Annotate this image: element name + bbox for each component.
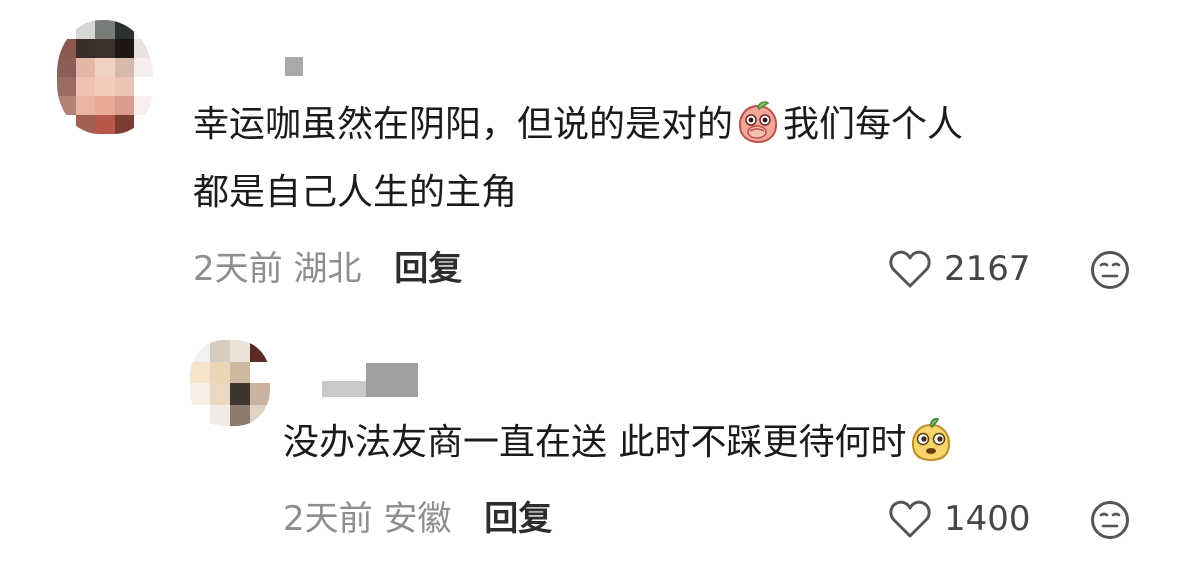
- heart-outline-icon: [889, 500, 931, 538]
- like-count: 1400: [944, 499, 1031, 539]
- comment-meta: 2天前 安徽 回复: [283, 499, 552, 539]
- reply-button[interactable]: 回复: [394, 249, 462, 289]
- reply-comment-item: 没办法友商一直在送 此时不踩更待何时 2天前 安徽 回复 1400: [0, 330, 1200, 561]
- like-button[interactable]: 1400: [888, 499, 1031, 539]
- comment-location: 湖北: [293, 249, 362, 289]
- avatar[interactable]: [190, 340, 270, 426]
- comment-text-segment: 我们每个人: [783, 104, 964, 145]
- comment-time: 2天前: [193, 249, 283, 289]
- comment-text-segment: 都是自己人生的主角: [193, 172, 518, 213]
- comment-location: 安徽: [383, 499, 452, 539]
- comment-item: 幸运咖虽然在阴阳，但说的是对的 我们每个人 都是自己人生的主角 2天前 湖北 回…: [0, 0, 1200, 300]
- comment-time: 2天前: [283, 499, 373, 539]
- username-mosaic[interactable]: [285, 57, 303, 76]
- sly-yellow-fruit-emoji: [912, 418, 951, 462]
- comment-text-segment: 幸运咖虽然在阴阳，但说的是对的: [193, 104, 734, 145]
- comment-text: 都是自己人生的主角: [193, 164, 517, 222]
- like-button[interactable]: 2167: [888, 249, 1031, 289]
- reply-button[interactable]: 回复: [484, 499, 552, 539]
- comment-text: 幸运咖虽然在阴阳，但说的是对的 我们每个人: [193, 96, 963, 154]
- like-count: 2167: [944, 249, 1031, 289]
- username-mosaic[interactable]: [322, 363, 418, 397]
- peach-covering-mouth-emoji: [739, 101, 778, 144]
- comment-text: 没办法友商一直在送 此时不踩更待何时: [283, 414, 956, 472]
- neutral-face-icon[interactable]: [1090, 500, 1130, 540]
- comment-meta: 2天前 湖北 回复: [193, 249, 462, 289]
- neutral-face-icon[interactable]: [1090, 250, 1130, 290]
- comment-text-segment: 没办法友商一直在送 此时不踩更待何时: [283, 422, 907, 463]
- heart-outline-icon: [889, 250, 931, 288]
- avatar[interactable]: [57, 20, 153, 134]
